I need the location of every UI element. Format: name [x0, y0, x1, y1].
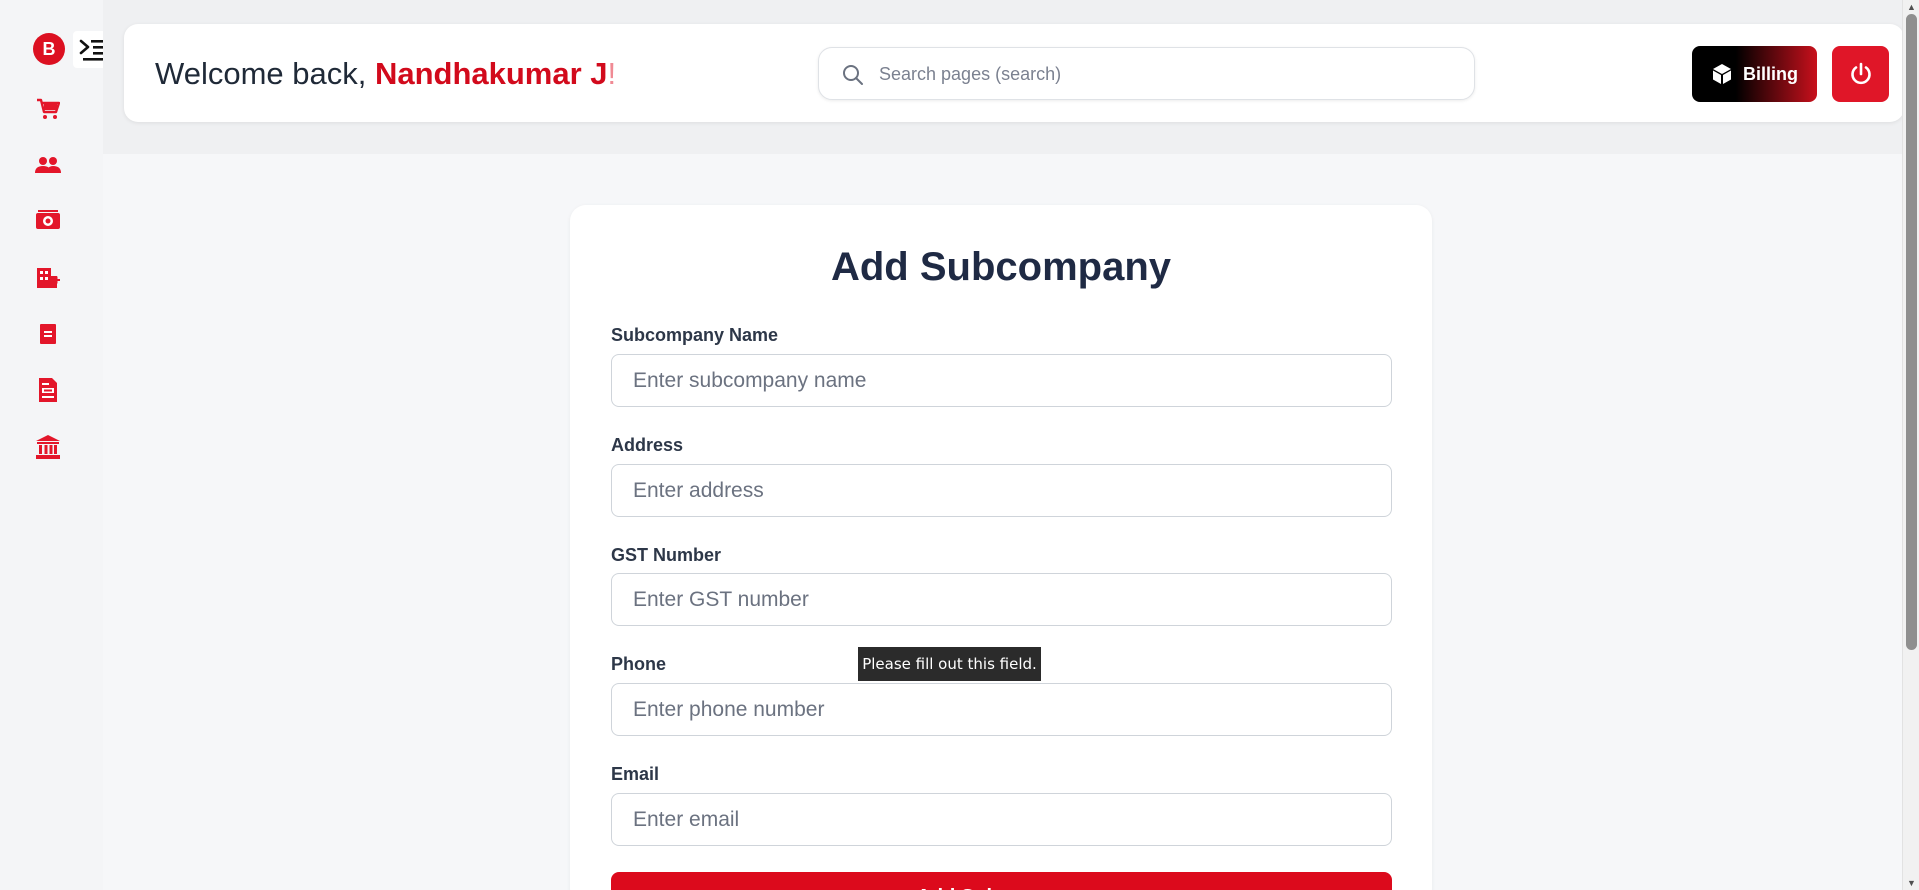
logout-button[interactable] [1832, 46, 1889, 102]
sidebar-item-invoices[interactable] [34, 376, 62, 404]
receipt-icon [40, 324, 56, 344]
users-icon [35, 157, 61, 173]
sidebar-item-reports[interactable] [34, 320, 62, 348]
welcome-prefix: Welcome back, [155, 56, 375, 91]
form-title: Add Subcompany [830, 245, 1172, 289]
address-label: Address [611, 435, 684, 455]
sidebar-item-users[interactable] [34, 151, 62, 179]
sidebar-item-companies[interactable] [34, 264, 62, 292]
address-input[interactable] [611, 464, 1392, 517]
power-icon [1850, 62, 1871, 85]
sidebar: B [0, 0, 112, 890]
cube-icon [1713, 64, 1731, 84]
scroll-up-arrow-icon[interactable]: ▲ [1907, 2, 1916, 12]
add-subcompany-button[interactable]: Add Subcompany [611, 872, 1392, 890]
scroll-thumb[interactable] [1906, 14, 1917, 650]
phone-label: Phone [611, 654, 667, 674]
subcompany-name-input[interactable] [611, 354, 1392, 407]
page-scrollbar[interactable]: ▲ ▼ [1902, 0, 1919, 890]
billing-button[interactable]: Billing [1692, 46, 1817, 102]
sidebar-item-payments[interactable] [34, 207, 62, 235]
scroll-down-arrow-icon[interactable]: ▼ [1907, 878, 1916, 888]
search-box[interactable] [818, 47, 1475, 100]
sidebar-item-bank[interactable] [34, 433, 62, 461]
search-input[interactable] [879, 58, 1459, 90]
email-label: Email [611, 764, 660, 784]
phone-input[interactable] [611, 683, 1392, 736]
email-input[interactable] [611, 793, 1392, 846]
billing-label: Billing [1743, 63, 1798, 84]
welcome-suffix: ! [607, 56, 617, 91]
gst-number-label: GST Number [611, 545, 722, 565]
building-add-icon [37, 268, 60, 288]
add-subcompany-form: Add Subcompany Subcompany Name Address G… [570, 205, 1432, 890]
search-icon [843, 65, 863, 85]
bank-icon [36, 435, 60, 459]
cart-icon [37, 98, 60, 119]
app-logo[interactable]: B [33, 33, 65, 65]
sidebar-item-cart[interactable] [34, 95, 62, 123]
money-icon [36, 210, 60, 229]
validation-tooltip: Please fill out this field. [858, 647, 1041, 681]
user-name: Nandhakumar J [374, 56, 608, 91]
subcompany-name-label: Subcompany Name [611, 325, 779, 345]
welcome-message: Welcome back, Nandhakumar J! [155, 56, 616, 92]
gst-number-input[interactable] [611, 573, 1392, 626]
invoice-icon [39, 378, 57, 402]
